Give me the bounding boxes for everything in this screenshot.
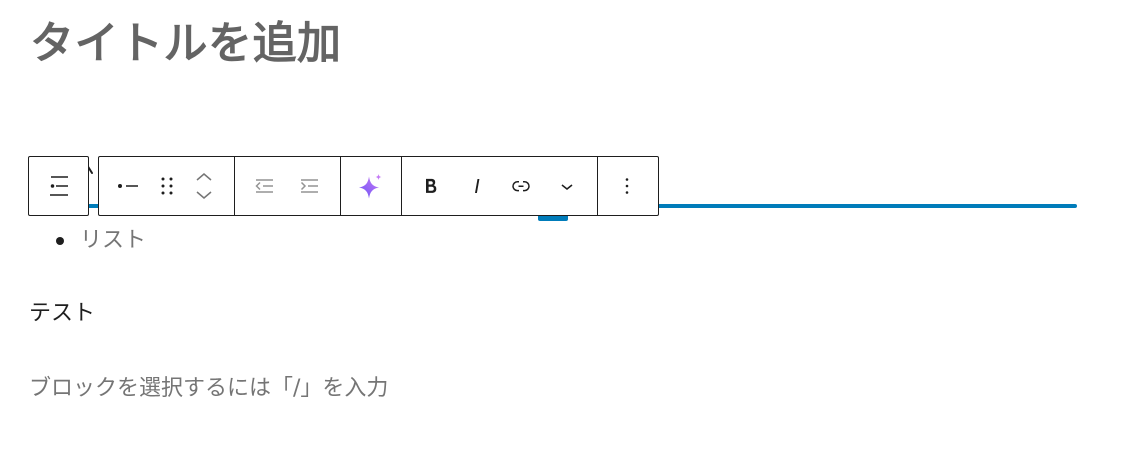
more-formatting-button[interactable] <box>549 157 585 215</box>
italic-button[interactable] <box>459 157 495 215</box>
drag-handle-icon <box>161 177 173 195</box>
link-icon <box>512 181 530 192</box>
move-down-button[interactable] <box>192 186 216 204</box>
outdent-button[interactable] <box>246 157 282 215</box>
more-vertical-icon <box>625 178 629 194</box>
sparkle-icon <box>359 174 382 199</box>
toolbar-group-divider <box>340 157 341 215</box>
paragraph-block[interactable]: テスト <box>29 299 95 329</box>
italic-icon <box>475 179 480 193</box>
toolbar-group-divider <box>234 157 235 215</box>
bold-button[interactable] <box>413 157 449 215</box>
block-switcher-button[interactable] <box>110 157 146 215</box>
list-bullet <box>56 237 64 245</box>
block-toolbar <box>98 156 659 216</box>
bold-icon <box>426 178 437 193</box>
toolbar-group-divider <box>597 157 598 215</box>
link-button[interactable] <box>503 157 539 215</box>
block-appender-placeholder[interactable]: ブロックを選択するには「/」を入力 <box>29 374 388 404</box>
list-item-icon <box>118 184 138 188</box>
indent-button[interactable] <box>291 157 327 215</box>
chevron-down-icon <box>196 191 212 199</box>
drag-handle-button[interactable] <box>149 157 185 215</box>
toolbar-group-divider <box>401 157 402 215</box>
outdent-icon <box>255 179 273 193</box>
move-up-button[interactable] <box>192 168 216 186</box>
ai-assistant-button[interactable] <box>353 157 389 215</box>
block-options-button[interactable] <box>609 157 645 215</box>
list-item-text[interactable]: リスト <box>80 226 146 256</box>
chevron-down-icon <box>561 184 573 190</box>
indent-icon <box>300 179 318 193</box>
block-mover <box>192 157 216 215</box>
chevron-up-icon <box>196 173 212 181</box>
post-title-placeholder[interactable]: タイトルを追加 <box>30 17 342 71</box>
list-icon <box>49 176 68 196</box>
select-parent-list-button[interactable] <box>28 156 89 216</box>
